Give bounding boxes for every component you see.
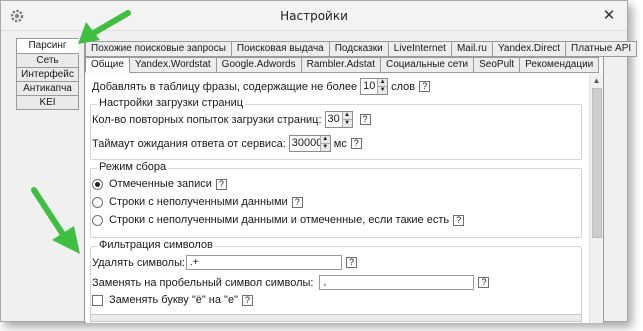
char-filter-title: Фильтрация символов [97, 239, 215, 251]
radio-marked[interactable] [92, 178, 103, 190]
timeout-label: Таймаут ожидания ответа от сервиса: [92, 137, 286, 150]
retries-stepper[interactable]: 30 ▲ ▼ [324, 111, 353, 128]
tab-parsing[interactable]: Парсинг [16, 38, 79, 54]
max-words-label: Добавлять в таблицу фразы, содержащие не… [92, 80, 358, 93]
replace-chars-label: Заменять на пробельный символ символы: [92, 276, 314, 289]
scroll-up-icon[interactable]: ▲ [590, 74, 603, 87]
replace-yo-checkbox[interactable] [92, 294, 103, 306]
help-icon[interactable]: ? [453, 214, 465, 226]
tab-liveinternet[interactable]: LiveInternet [388, 41, 452, 57]
general-settings-content: Добавлять в таблицу фразы, содержащие не… [86, 74, 589, 323]
settings-window: Настройки ✕ Парсинг Сеть Интерфейс Антик… [0, 0, 638, 323]
tab-search-results[interactable]: Поисковая выдача [231, 41, 330, 57]
remove-chars-label: Удалять символы: [92, 256, 186, 269]
stepper-up-icon[interactable]: ▲ [342, 112, 352, 119]
page-load-group-title: Настройки загрузки страниц [97, 97, 246, 109]
radio-missing-and-marked[interactable] [92, 214, 103, 226]
remove-chars-input[interactable]: .+ [186, 255, 342, 270]
replace-chars-input[interactable]: , [319, 275, 475, 290]
tab-general[interactable]: Общие [85, 57, 130, 73]
timeout-unit: мс [333, 137, 347, 150]
scrollbar-thumb[interactable] [592, 88, 602, 238]
top-tabs-row-1: Похожие поисковые запросы Поисковая выда… [85, 41, 638, 57]
stepper-down-icon[interactable]: ▼ [342, 119, 352, 127]
help-icon[interactable]: ? [346, 257, 357, 268]
timeout-value[interactable]: 30000 [290, 136, 323, 151]
stepper-up-icon[interactable]: ▲ [378, 79, 388, 86]
stepper-up-icon[interactable]: ▲ [320, 136, 330, 143]
stepper-down-icon[interactable]: ▼ [378, 86, 388, 94]
stepper-down-icon[interactable]: ▼ [320, 143, 330, 151]
help-icon[interactable]: ? [350, 138, 362, 149]
tab-anticaptcha[interactable]: Антикапча [16, 82, 79, 96]
tab-similar-queries[interactable]: Похожие поисковые запросы [85, 41, 232, 57]
tab-yandex-wordstat[interactable]: Yandex.Wordstat [129, 57, 217, 73]
help-icon[interactable]: ? [215, 178, 227, 190]
replace-yo-row[interactable]: Заменять букву "ё" на "е" ? [92, 294, 253, 306]
max-words-value[interactable]: 10 [361, 79, 377, 94]
replace-chars-row: Заменять на пробельный символ символы: ,… [92, 275, 490, 290]
tab-social-networks[interactable]: Социальные сети [380, 57, 475, 73]
vertical-scrollbar[interactable]: ▲ [589, 74, 603, 323]
collection-mode-title: Режим сбора [97, 161, 169, 173]
mode-option-label: Строки с неполученными данными [109, 196, 288, 208]
retries-label: Кол-во повторных попыток загрузки страни… [92, 113, 322, 126]
tab-interface[interactable]: Интерфейс [16, 68, 79, 82]
top-tabs-row-2: Общие Yandex.Wordstat Google.Adwords Ram… [85, 57, 600, 73]
tab-kei[interactable]: KEI [16, 96, 79, 110]
timeout-stepper[interactable]: 30000 ▲ ▼ [288, 135, 331, 152]
help-icon[interactable]: ? [291, 196, 303, 208]
tab-network[interactable]: Сеть [16, 54, 79, 68]
close-icon[interactable]: ✕ [599, 7, 619, 25]
help-icon[interactable]: ? [478, 277, 490, 288]
max-words-suffix: слов [391, 80, 416, 93]
tab-seopult[interactable]: SeoPult [474, 57, 521, 73]
max-words-stepper[interactable]: 10 ▲ ▼ [360, 78, 389, 95]
mode-option-missing[interactable]: Строки с неполученными данными ? [92, 196, 303, 208]
left-tabs: Парсинг Сеть Интерфейс Антикапча KEI [16, 38, 79, 110]
next-group-edge [90, 314, 582, 322]
timeout-row: Таймаут ожидания ответа от сервиса: 3000… [92, 135, 362, 152]
tab-paid-api[interactable]: Платные API [566, 41, 638, 57]
remove-chars-row: Удалять символы: .+ ? [92, 255, 357, 270]
help-icon[interactable]: ? [359, 114, 371, 125]
window-title: Настройки [280, 9, 348, 23]
mode-option-label: Строки с неполученными данными и отмечен… [109, 214, 450, 226]
tab-google-adwords[interactable]: Google.Adwords [216, 57, 302, 73]
help-icon[interactable]: ? [419, 81, 431, 92]
help-icon[interactable]: ? [242, 294, 253, 306]
title-bar: Настройки ✕ [1, 1, 627, 31]
mode-option-missing-and-marked[interactable]: Строки с неполученными данными и отмечен… [92, 214, 465, 226]
mode-option-label: Отмеченные записи [109, 178, 212, 190]
replace-yo-label: Заменять букву "ё" на "е" [109, 294, 238, 306]
mode-option-marked[interactable]: Отмеченные записи ? [92, 178, 227, 190]
retries-row: Кол-во повторных попыток загрузки страни… [92, 111, 371, 128]
tab-recommendations[interactable]: Рекомендации [520, 57, 600, 73]
retries-value[interactable]: 30 [326, 112, 342, 127]
tab-rambler-adstat[interactable]: Rambler.Adstat [301, 57, 381, 73]
tab-yandex-direct[interactable]: Yandex.Direct [492, 41, 567, 57]
tab-suggestions[interactable]: Подсказки [329, 41, 389, 57]
tab-mailru[interactable]: Mail.ru [451, 41, 493, 57]
radio-missing[interactable] [92, 196, 103, 208]
max-words-row: Добавлять в таблицу фразы, содержащие не… [92, 78, 431, 95]
